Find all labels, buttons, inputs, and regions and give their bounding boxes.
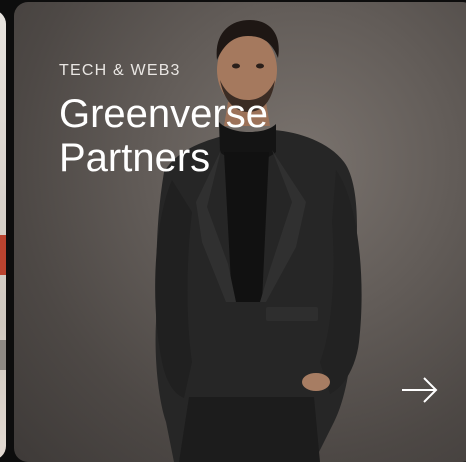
previous-card-detail	[0, 340, 6, 370]
carousel: TECH & WEB3 Greenverse Partners	[0, 0, 466, 462]
card-title[interactable]: Greenverse Partners	[59, 92, 319, 180]
next-button[interactable]	[396, 370, 444, 410]
previous-card[interactable]	[0, 10, 6, 460]
portfolio-card[interactable]: TECH & WEB3 Greenverse Partners	[14, 2, 466, 462]
previous-card-accent	[0, 235, 6, 275]
card-category: TECH & WEB3	[59, 62, 181, 79]
card-text-block: TECH & WEB3 Greenverse Partners	[59, 62, 319, 180]
arrow-right-icon	[402, 377, 438, 403]
